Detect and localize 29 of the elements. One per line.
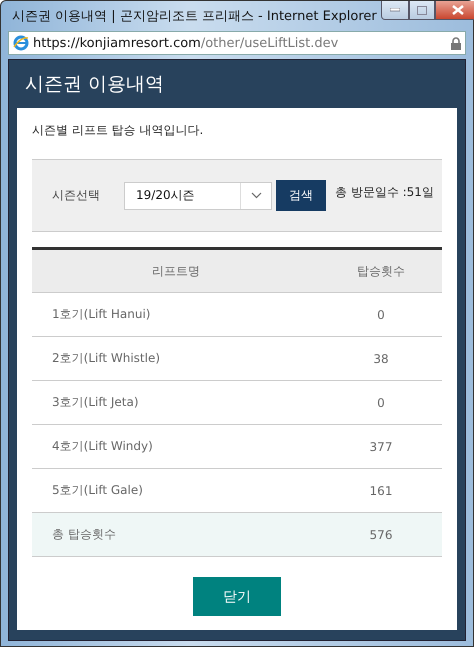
window-title: 시즌권 이용내역 | 곤지암리조트 프리패스 - Internet Explorer — [12, 8, 377, 25]
total-count-cell: 576 — [320, 512, 442, 556]
season-label: 시즌선택 — [52, 187, 101, 204]
ride-count-cell: 377 — [320, 424, 442, 468]
close-button[interactable] — [434, 1, 474, 20]
ride-count-cell: 38 — [320, 336, 442, 380]
close-icon — [452, 5, 464, 15]
total-label-cell: 총 탑승횟수 — [32, 512, 320, 556]
lift-name-cell: 2호기(Lift Whistle) — [32, 336, 320, 380]
lock-icon — [451, 36, 461, 50]
site-logo-icon — [13, 35, 29, 51]
minimize-button[interactable] — [380, 1, 409, 20]
close-button[interactable]: 닫기 — [193, 577, 281, 616]
ride-count-cell: 0 — [320, 380, 442, 424]
chevron-down-icon — [250, 192, 262, 199]
description-text: 시즌별 리프트 탑승 내역입니다. — [32, 122, 204, 139]
ride-count-cell: 0 — [320, 292, 442, 336]
minimize-icon — [390, 8, 400, 12]
lift-name-cell: 1호기(Lift Hanui) — [32, 292, 320, 336]
search-button[interactable]: 검색 — [276, 180, 326, 211]
visit-total-text: 총 방문일수 :51일 — [335, 184, 434, 201]
maximize-icon — [416, 6, 427, 14]
maximize-button[interactable] — [408, 1, 435, 20]
dialog-title: 시즌권 이용내역 — [24, 72, 166, 97]
season-select[interactable]: 19/20시즌 — [124, 182, 272, 210]
lift-name-cell: 3호기(Lift Jeta) — [32, 380, 320, 424]
column-header: 리프트명 — [32, 248, 320, 292]
lift-name-cell: 4호기(Lift Windy) — [32, 424, 320, 468]
column-header: 탑승횟수 — [320, 248, 442, 292]
